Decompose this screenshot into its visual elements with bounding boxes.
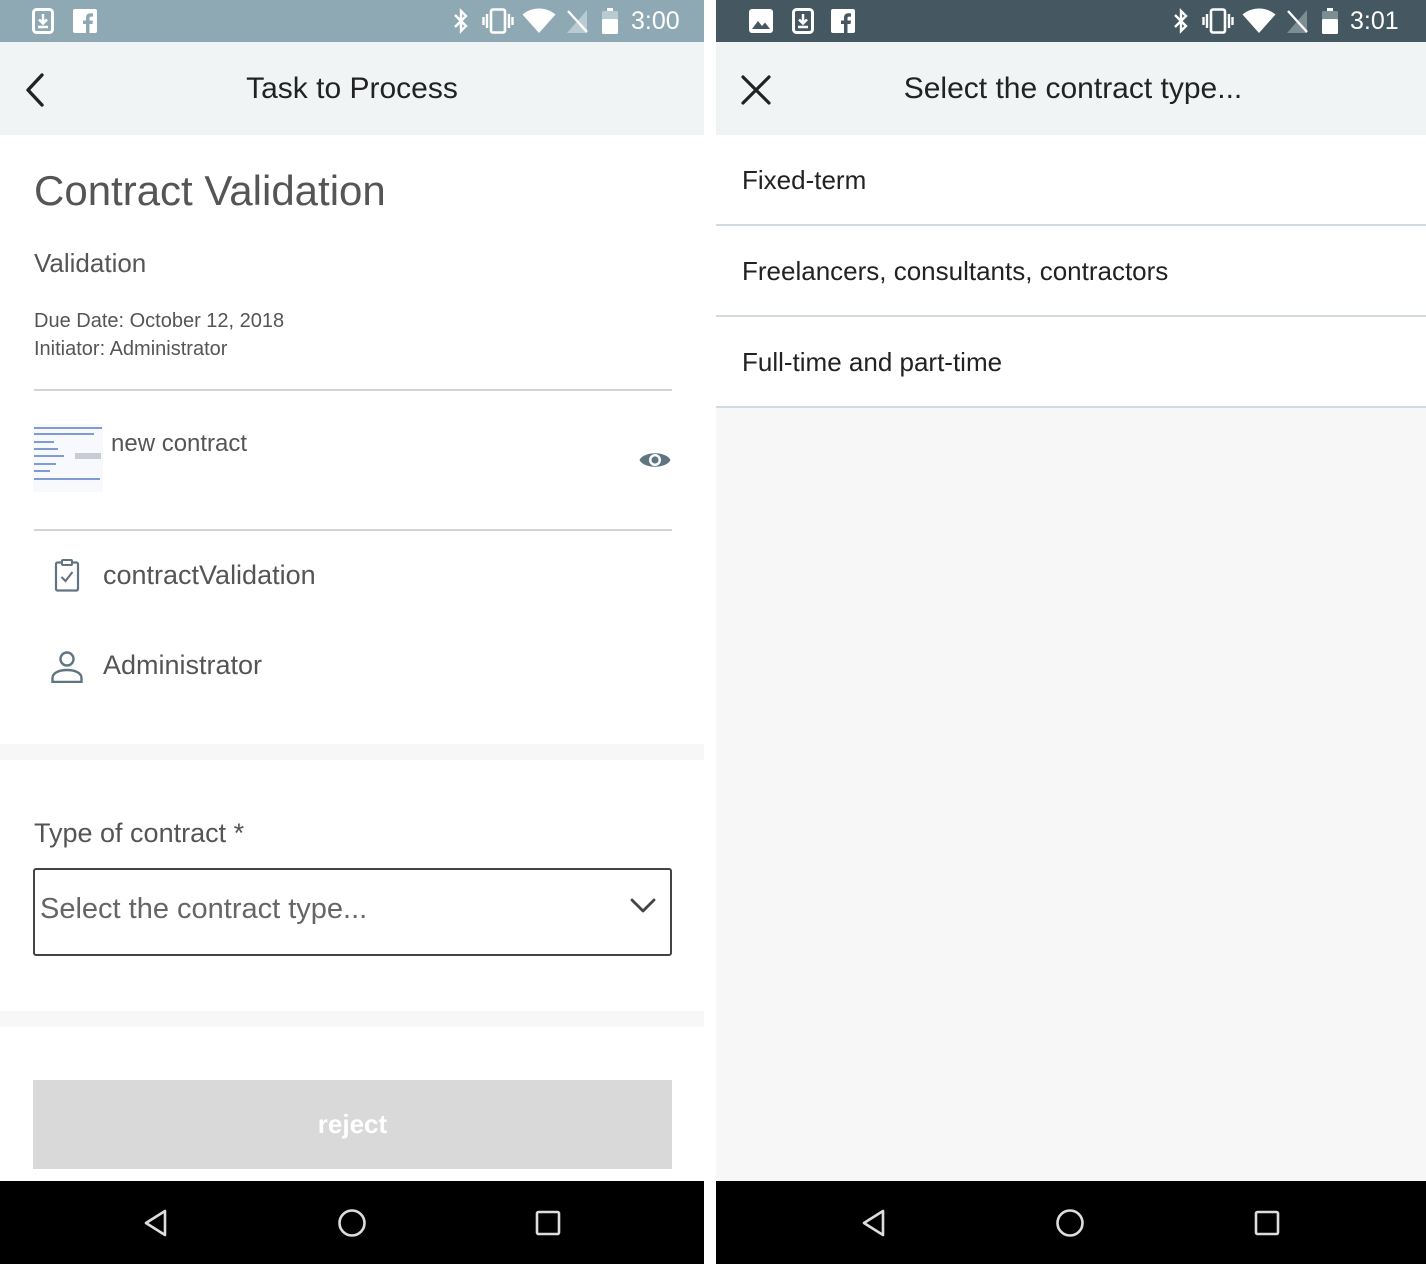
contract-type-label: Type of contract * [34, 818, 245, 848]
section-separator [0, 744, 704, 760]
app-bar: Task to Process [0, 42, 704, 135]
home-circle-icon[interactable] [336, 1207, 368, 1239]
app-title: Select the contract type... [903, 72, 1243, 105]
process-row: contractValidation [50, 553, 670, 597]
document-name[interactable]: new contract [111, 430, 247, 458]
option-full-time-part-time[interactable]: Full-time and part-time [716, 317, 1426, 408]
option-label: Freelancers, consultants, contractors [742, 256, 1169, 286]
person-icon [51, 651, 83, 683]
back-triangle-icon[interactable] [140, 1207, 172, 1239]
contract-type-options: Fixed-term Freelancers, consultants, con… [716, 135, 1426, 408]
option-fixed-term[interactable]: Fixed-term [716, 135, 1426, 226]
clipboard-check-icon [54, 559, 80, 592]
status-bar: 3:01 [716, 0, 1426, 42]
assignee-name: Administrator [103, 650, 263, 680]
reject-button[interactable]: reject [33, 1080, 672, 1169]
section-separator [0, 1011, 704, 1027]
vibrate-icon [482, 8, 514, 34]
battery-icon [602, 8, 618, 34]
divider [34, 389, 672, 391]
facebook-icon [73, 9, 97, 34]
status-time: 3:01 [1350, 7, 1399, 35]
app-bar: Select the contract type... [716, 42, 1426, 135]
initiator: Initiator: Administrator [34, 338, 228, 360]
facebook-icon [831, 9, 855, 34]
bluetooth-icon [454, 8, 468, 34]
status-bar: 3:00 [0, 0, 704, 42]
contract-type-picker-screen: 3:01 Select the contract type... Fixed-t… [716, 0, 1426, 1264]
nav-bar [716, 1181, 1426, 1264]
task-title: Contract Validation [34, 167, 386, 214]
recents-square-icon[interactable] [1251, 1207, 1283, 1239]
download-icon [32, 8, 54, 34]
task-screen: 3:00 Task to Process Contract Validation… [0, 0, 704, 1264]
contract-type-select[interactable]: Select the contract type... [33, 868, 672, 956]
image-icon [749, 9, 773, 33]
nav-bar [0, 1181, 704, 1264]
assignee-row: Administrator [50, 643, 670, 687]
battery-icon [1322, 8, 1338, 34]
document-thumbnail[interactable] [33, 424, 103, 492]
download-icon [792, 8, 814, 34]
no-signal-icon [567, 10, 588, 33]
status-time: 3:00 [631, 7, 680, 35]
vibrate-icon [1202, 8, 1234, 34]
wifi-icon [522, 8, 556, 33]
divider [34, 529, 672, 531]
contract-type-placeholder: Select the contract type... [40, 893, 368, 925]
bluetooth-icon [1174, 8, 1188, 34]
no-signal-icon [1287, 10, 1308, 33]
eye-icon[interactable] [638, 446, 672, 474]
process-name: contractValidation [103, 560, 316, 590]
back-triangle-icon[interactable] [858, 1207, 890, 1239]
task-subtitle: Validation [34, 248, 147, 278]
home-circle-icon[interactable] [1054, 1207, 1086, 1239]
due-date: Due Date: October 12, 2018 [34, 310, 285, 332]
recents-square-icon[interactable] [532, 1207, 564, 1239]
option-freelancers[interactable]: Freelancers, consultants, contractors [716, 226, 1426, 317]
option-label: Fixed-term [742, 165, 867, 195]
option-label: Full-time and part-time [742, 347, 1003, 377]
chevron-down-icon [630, 898, 656, 913]
app-title: Task to Process [246, 72, 458, 105]
wifi-icon [1242, 8, 1276, 33]
